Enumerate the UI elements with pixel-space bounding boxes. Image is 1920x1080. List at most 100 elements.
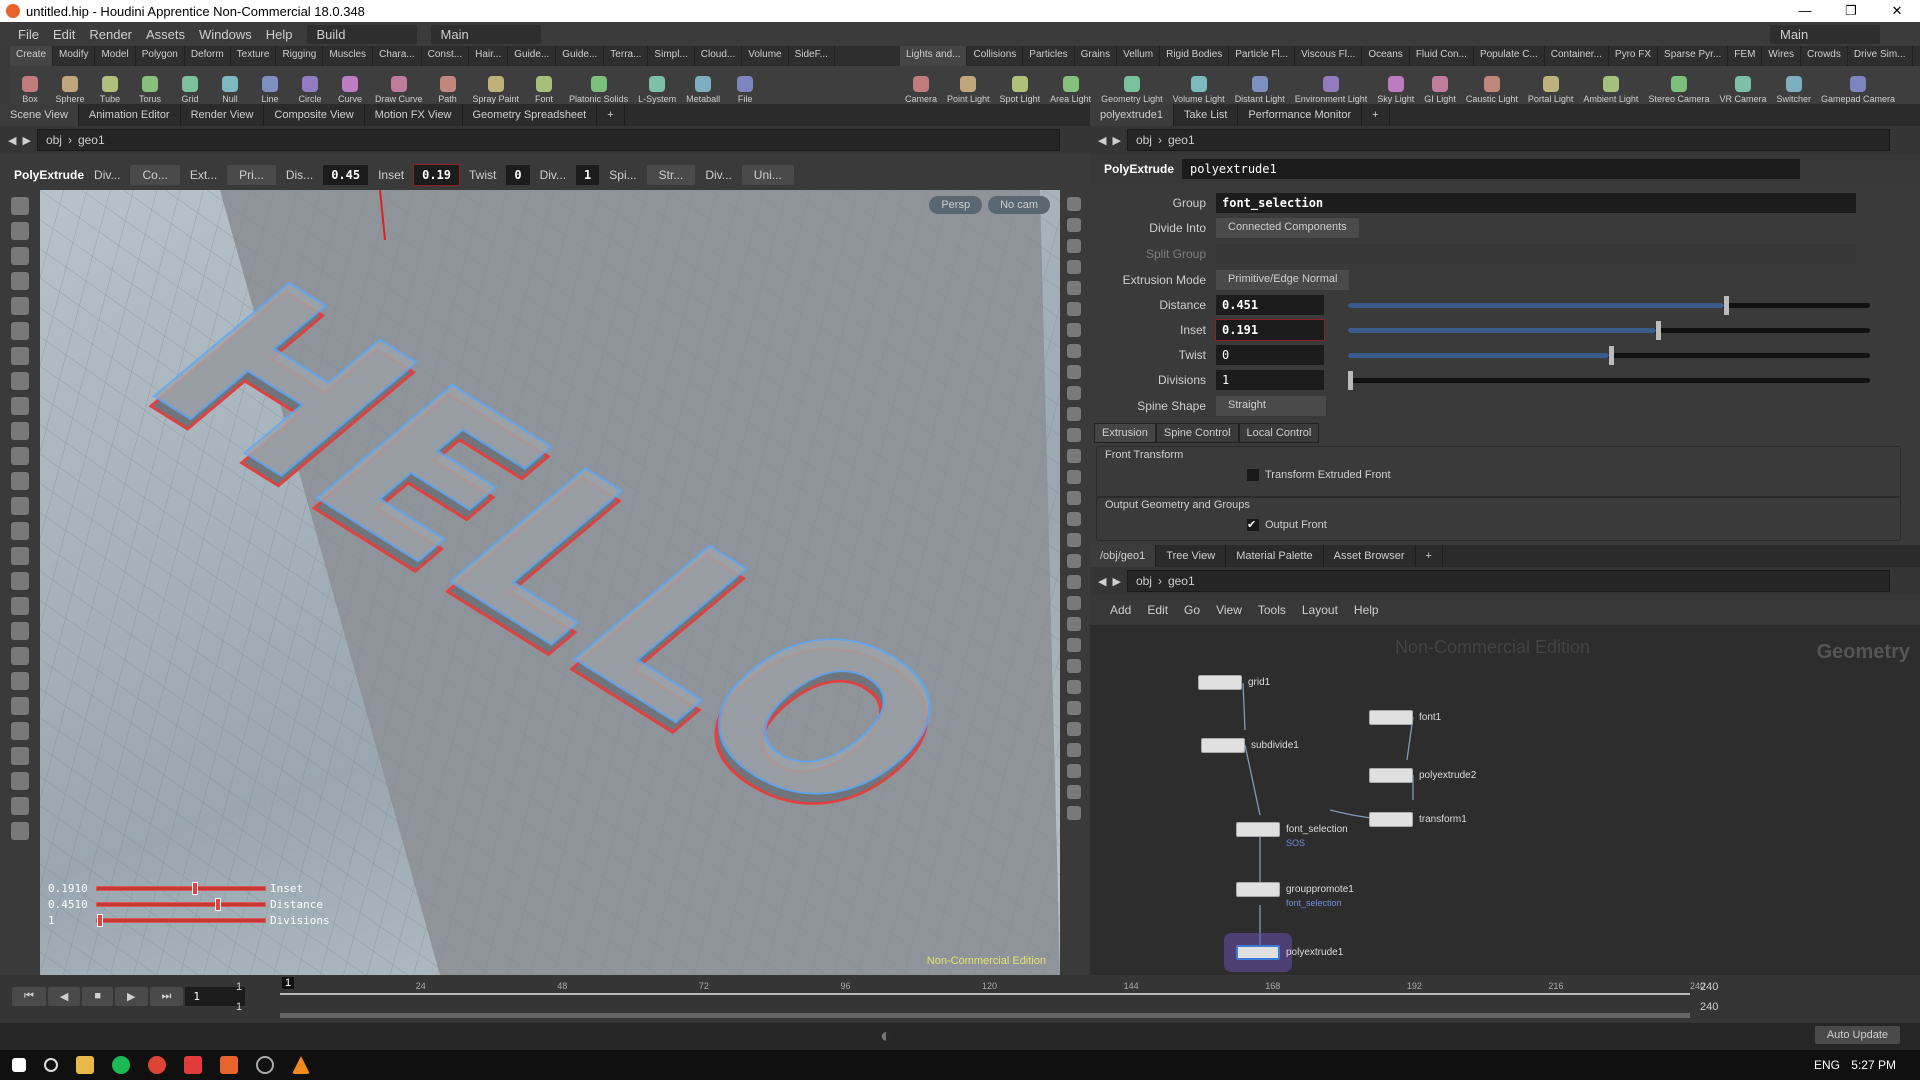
network-menu-view[interactable]: View <box>1216 603 1242 617</box>
shelf-tab-sparse-pyr[interactable]: Sparse Pyr... <box>1658 46 1729 66</box>
pane-tab-animation-editor[interactable]: Animation Editor <box>79 104 181 126</box>
handle-distance[interactable]: 0.4510 Distance <box>48 896 330 912</box>
viewport-tool-icon[interactable] <box>11 272 29 290</box>
shelf-tab-particles[interactable]: Particles <box>1023 46 1075 66</box>
tool-spray-paint[interactable]: Spray Paint <box>468 66 525 104</box>
tool-switcher[interactable]: Switcher <box>1771 66 1816 104</box>
tool-grid[interactable]: Grid <box>170 66 210 104</box>
chrome-icon[interactable] <box>148 1056 166 1074</box>
node-font1[interactable]: font1 <box>1369 710 1441 725</box>
tool-circle[interactable]: Circle <box>290 66 330 104</box>
node-grouppromote1[interactable]: grouppromote1 font_selection <box>1236 882 1354 908</box>
vlc-icon[interactable] <box>292 1056 310 1074</box>
display-option-icon[interactable] <box>1067 344 1081 358</box>
path-obj[interactable]: obj <box>1136 133 1152 147</box>
tool-file[interactable]: File <box>725 66 765 104</box>
forward-icon[interactable]: ▶ <box>1112 134 1120 147</box>
shelf-tab-sidef[interactable]: SideF... <box>789 46 835 66</box>
display-option-icon[interactable] <box>1067 407 1081 421</box>
menu-assets[interactable]: Assets <box>146 27 185 42</box>
viewport-tool-icon[interactable] <box>11 497 29 515</box>
shelf-tab-crowds[interactable]: Crowds <box>1801 46 1848 66</box>
display-option-icon[interactable] <box>1067 491 1081 505</box>
display-option-icon[interactable] <box>1067 323 1081 337</box>
tool-l-system[interactable]: L-System <box>633 66 681 104</box>
shelf-tab-cloud[interactable]: Cloud... <box>695 46 743 66</box>
handle-divisions[interactable]: 1 Divisions <box>48 912 330 928</box>
viewport-tool-icon[interactable] <box>11 522 29 540</box>
shelf-tab-container[interactable]: Container... <box>1545 46 1609 66</box>
display-option-icon[interactable] <box>1067 701 1081 715</box>
display-option-icon[interactable] <box>1067 806 1081 820</box>
distance-slider[interactable] <box>1348 295 1870 315</box>
inset-slider[interactable] <box>1348 320 1870 340</box>
split-group-field[interactable] <box>1216 244 1856 264</box>
tool-path[interactable]: Path <box>428 66 468 104</box>
pane-tab-render-view[interactable]: Render View <box>181 104 265 126</box>
tool-gi-light[interactable]: GI Light <box>1419 66 1461 104</box>
output-front-checkbox[interactable]: ✔ Output Front <box>1247 519 1327 531</box>
handle-knob[interactable] <box>192 881 199 895</box>
display-option-icon[interactable] <box>1067 743 1081 757</box>
tool-draw-curve[interactable]: Draw Curve <box>370 66 428 104</box>
node-subdivide1[interactable]: subdivide1 <box>1201 738 1299 753</box>
param-tab-local-control[interactable]: Local Control <box>1238 423 1320 443</box>
clock[interactable]: 5:27 PM <box>1851 1058 1896 1072</box>
add-tab-button[interactable]: + <box>1416 545 1443 567</box>
tool-vr-camera[interactable]: VR Camera <box>1714 66 1771 104</box>
display-option-icon[interactable] <box>1067 575 1081 589</box>
network-tab-material-palette[interactable]: Material Palette <box>1226 545 1324 567</box>
network-menu-tools[interactable]: Tools <box>1258 603 1286 617</box>
menu-render[interactable]: Render <box>89 27 132 42</box>
shelf-tab-texture[interactable]: Texture <box>231 46 277 66</box>
viewport-tool-icon[interactable] <box>11 372 29 390</box>
viewport-tool-icon[interactable] <box>11 472 29 490</box>
tool-sphere[interactable]: Sphere <box>50 66 90 104</box>
divisions-slider[interactable] <box>1348 370 1870 390</box>
shelf-tab-terra[interactable]: Terra... <box>604 46 649 66</box>
handle-slider-track[interactable] <box>96 913 266 927</box>
tool-gamepad-camera[interactable]: Gamepad Camera <box>1816 66 1900 104</box>
tool-sky-light[interactable]: Sky Light <box>1372 66 1419 104</box>
forward-icon[interactable]: ▶ <box>1112 575 1120 588</box>
tool-curve[interactable]: Curve <box>330 66 370 104</box>
viewport-tool-icon[interactable] <box>11 722 29 740</box>
extrusion-mode-menu[interactable]: Primitive/Edge Normal <box>1216 270 1350 290</box>
shelf-tab-create[interactable]: Create <box>10 46 54 66</box>
pane-tab-geometry-spreadsheet[interactable]: Geometry Spreadsheet <box>463 104 598 126</box>
display-option-icon[interactable] <box>1067 281 1081 295</box>
option-value-4[interactable]: 0 <box>506 165 530 185</box>
start-frame[interactable]: 1 <box>236 981 242 993</box>
back-icon[interactable]: ◀ <box>8 134 16 147</box>
slider-handle[interactable] <box>1348 370 1353 390</box>
start-frame-2[interactable]: 1 <box>236 1001 242 1013</box>
pane-tab-take-list[interactable]: Take List <box>1174 104 1239 126</box>
option-value-2[interactable]: 0.45 <box>323 165 369 185</box>
display-option-icon[interactable] <box>1067 428 1081 442</box>
viewport-tool-icon[interactable] <box>11 572 29 590</box>
back-icon[interactable]: ◀ <box>1098 575 1106 588</box>
network-tab-tree-view[interactable]: Tree View <box>1156 545 1227 567</box>
shelf-tab-chara[interactable]: Chara... <box>373 46 422 66</box>
shelf-tab-viscous-fl[interactable]: Viscous Fl... <box>1295 46 1363 66</box>
distance-field[interactable]: 0.451 <box>1216 295 1324 315</box>
file-explorer-icon[interactable] <box>76 1056 94 1074</box>
shelf-tab-fluid-con[interactable]: Fluid Con... <box>1410 46 1474 66</box>
network-menu-edit[interactable]: Edit <box>1147 603 1168 617</box>
spotify-icon[interactable] <box>112 1056 130 1074</box>
path-obj[interactable]: obj <box>46 133 62 147</box>
spine-shape-menu[interactable]: Straight <box>1216 396 1326 416</box>
tool-box[interactable]: Box <box>10 66 50 104</box>
maximize-button[interactable]: ❐ <box>1828 0 1874 22</box>
viewport-tool-icon[interactable] <box>11 222 29 240</box>
display-option-icon[interactable] <box>1067 722 1081 736</box>
shelf-tab-populate-c[interactable]: Populate C... <box>1474 46 1545 66</box>
add-tab-button[interactable]: + <box>1362 104 1390 126</box>
tool-geometry-light[interactable]: Geometry Light <box>1096 66 1168 104</box>
language-indicator[interactable]: ENG <box>1814 1058 1840 1072</box>
path-obj[interactable]: obj <box>1136 574 1152 588</box>
node-name-field[interactable]: polyextrude1 <box>1182 159 1800 179</box>
network-menu-help[interactable]: Help <box>1354 603 1379 617</box>
pane-tab-polyextrude1[interactable]: polyextrude1 <box>1090 104 1174 126</box>
network-tab--obj-geo1[interactable]: /obj/geo1 <box>1090 545 1157 567</box>
